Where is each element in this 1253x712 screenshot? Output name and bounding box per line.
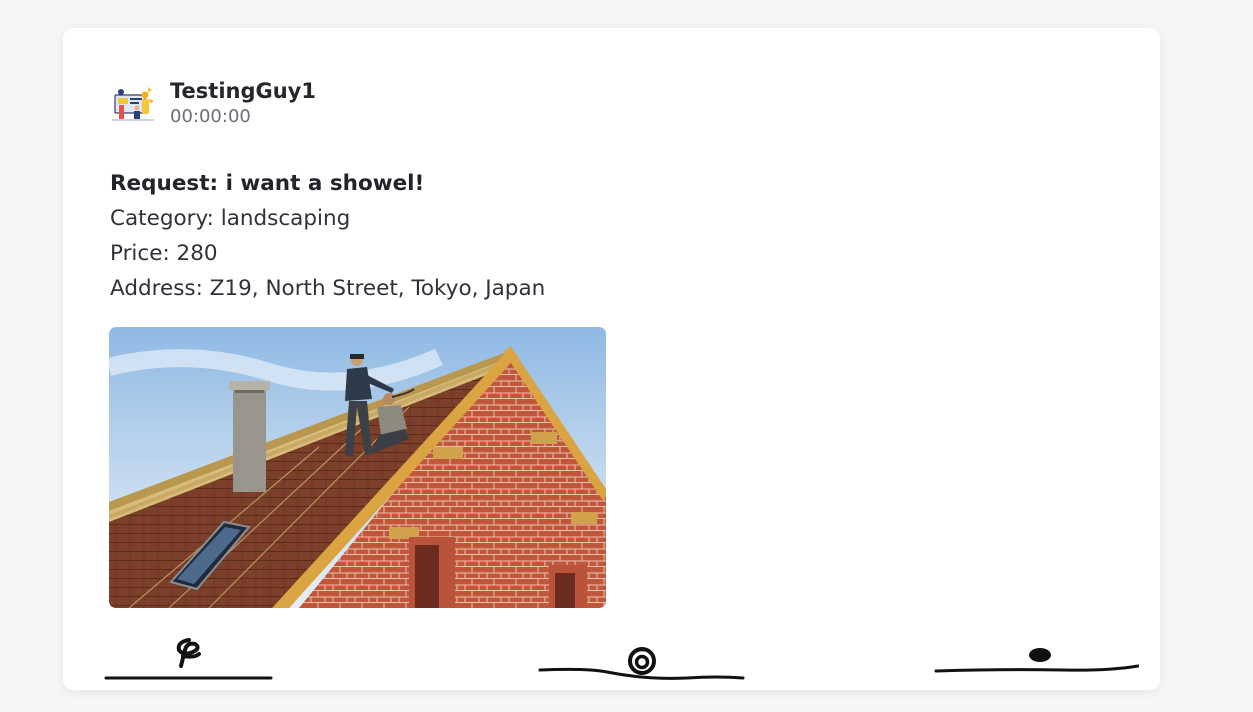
post-action-bar <box>63 628 1160 690</box>
post-author: TestingGuy1 00:00:00 <box>110 78 316 130</box>
request-title: Request: i want a showel! <box>110 171 425 196</box>
hand-drawn-scribble-icon[interactable] <box>103 628 275 690</box>
author-meta: TestingGuy1 00:00:00 <box>170 78 316 130</box>
avatar[interactable] <box>110 81 156 127</box>
request-details: Request: i want a showel! Category: land… <box>110 166 545 306</box>
request-address: Address: Z19, North Street, Tokyo, Japan <box>110 276 546 301</box>
author-name[interactable]: TestingGuy1 <box>170 78 316 104</box>
roof-construction-photo <box>109 327 606 608</box>
request-post-card: TestingGuy1 00:00:00 Request: i want a s… <box>63 28 1160 690</box>
request-price: Price: 280 <box>110 241 218 266</box>
post-image <box>109 327 606 608</box>
hand-drawn-dot-icon[interactable] <box>933 628 1139 690</box>
hand-drawn-spiral-icon[interactable] <box>537 628 747 690</box>
post-timestamp: 00:00:00 <box>170 106 251 127</box>
request-category: Category: landscaping <box>110 206 351 231</box>
